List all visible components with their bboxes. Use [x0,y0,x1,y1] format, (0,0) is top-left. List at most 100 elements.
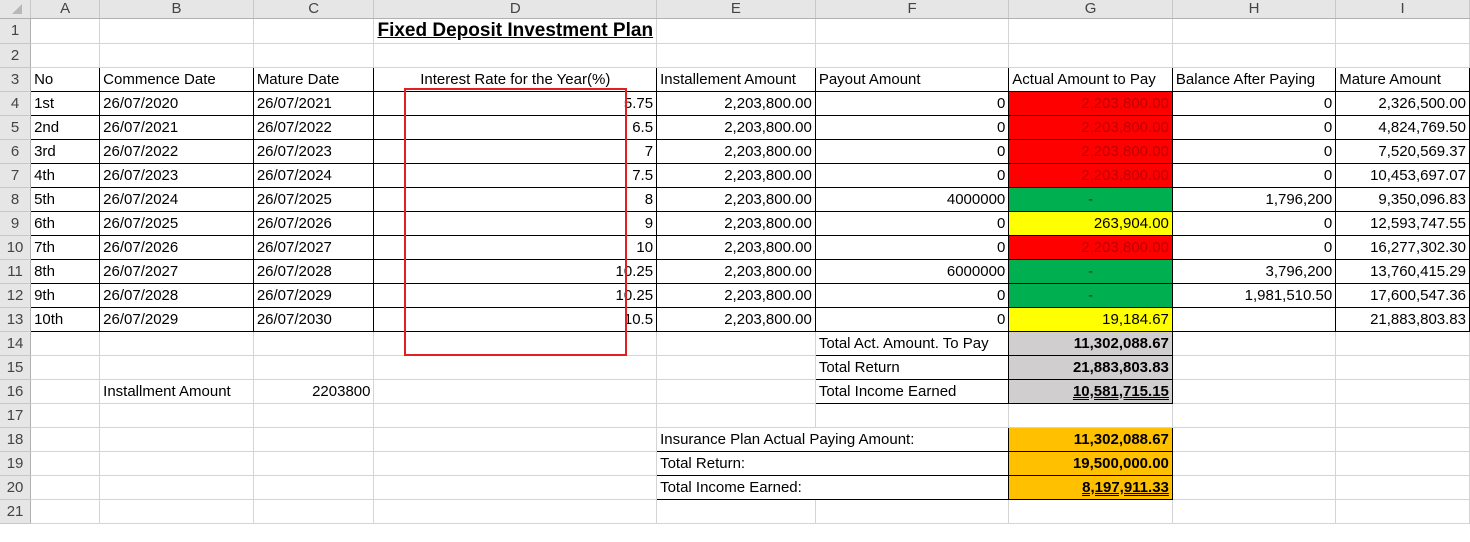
cell[interactable] [815,18,1010,44]
header-no[interactable]: No [30,66,101,92]
insurance-income-value-cell[interactable]: 8,197,911.33 [1008,474,1173,500]
cell[interactable] [1172,379,1337,404]
cell[interactable] [253,43,375,68]
cell-payout[interactable]: 0 [814,162,1010,188]
cell-mature[interactable]: 26/07/2029 [252,282,375,308]
cell-balance[interactable]: 0 [1171,234,1337,260]
cell[interactable] [1335,451,1470,476]
cell[interactable] [1008,43,1173,68]
cell[interactable] [373,475,658,500]
cell[interactable] [253,427,375,452]
cell-rate[interactable]: 6.5 [373,114,658,140]
total-act-amount-label[interactable]: Total Act. Amount. To Pay [814,330,1010,356]
column-header-c[interactable]: C [253,0,375,19]
cell-rate[interactable]: 8 [373,186,658,212]
cell-commence[interactable]: 26/07/2029 [99,306,254,332]
row-header[interactable]: 18 [0,427,32,452]
column-header-b[interactable]: B [99,0,254,19]
cell[interactable] [1008,499,1173,524]
cell[interactable] [1172,331,1337,356]
cell[interactable] [373,43,658,68]
insurance-income-label[interactable]: Total Income Earned: [656,474,1010,500]
cell[interactable] [373,355,658,380]
cell-installment[interactable]: 2,203,800.00 [656,162,816,188]
cell-no[interactable]: 3rd [30,138,101,164]
cell-mature[interactable]: 26/07/2023 [252,138,375,164]
cell[interactable] [30,379,101,404]
row-header[interactable]: 19 [0,451,32,476]
cell[interactable] [1172,403,1337,428]
column-header-d[interactable]: D [373,0,658,19]
cell-rate[interactable]: 7 [373,138,658,164]
row-header[interactable]: 5 [0,115,32,140]
cell[interactable] [30,451,101,476]
cell-installment[interactable]: 2,203,800.00 [656,210,816,236]
cell-installment[interactable]: 2,203,800.00 [656,258,816,284]
header-mature-date[interactable]: Mature Date [252,66,375,92]
total-return-label[interactable]: Total Return [814,354,1010,380]
cell-payout[interactable]: 0 [814,282,1010,308]
cell[interactable] [99,43,254,68]
cell-mature[interactable]: 26/07/2028 [252,258,375,284]
cell[interactable] [99,451,254,476]
select-all-corner[interactable] [0,0,32,19]
column-header-h[interactable]: H [1172,0,1337,19]
cell[interactable] [30,475,101,500]
cell-actual[interactable]: 263,904.00 [1008,210,1173,236]
cell[interactable] [373,451,658,476]
cell[interactable] [1172,451,1337,476]
cell-mature-amount[interactable]: 7,520,569.37 [1335,138,1470,164]
cell[interactable] [1172,355,1337,380]
cell[interactable] [656,403,816,428]
header-payout-amount[interactable]: Payout Amount [814,66,1010,92]
insurance-return-value[interactable]: 19,500,000.00 [1008,450,1173,476]
row-header[interactable]: 12 [0,283,32,308]
cell-installment[interactable]: 2,203,800.00 [656,114,816,140]
row-header[interactable]: 10 [0,235,32,260]
cell-rate[interactable]: 7.5 [373,162,658,188]
cell-actual[interactable]: - [1008,186,1173,212]
cell[interactable] [99,403,254,428]
cell-mature-amount[interactable]: 12,593,747.55 [1335,210,1470,236]
cell[interactable] [253,331,375,356]
cell[interactable] [99,331,254,356]
cell-balance[interactable]: 3,796,200 [1171,258,1337,284]
cell[interactable] [1172,43,1337,68]
cell-no[interactable]: 7th [30,234,101,260]
cell-mature-amount[interactable]: 10,453,697.07 [1335,162,1470,188]
cell[interactable] [1335,18,1470,44]
cell[interactable] [253,355,375,380]
cell-rate[interactable]: 10 [373,234,658,260]
header-balance-after-paying[interactable]: Balance After Paying [1171,66,1337,92]
cell[interactable] [99,499,254,524]
cell[interactable] [373,427,658,452]
total-income-value-cell[interactable]: 10,581,715.15 [1008,378,1173,404]
cell-commence[interactable]: 26/07/2026 [99,234,254,260]
cell-mature-amount[interactable]: 9,350,096.83 [1335,186,1470,212]
cell-commence[interactable]: 26/07/2023 [99,162,254,188]
row-header[interactable]: 11 [0,259,32,284]
cell[interactable] [656,18,816,44]
row-header[interactable]: 17 [0,403,32,428]
cell[interactable] [656,499,816,524]
row-header[interactable]: 6 [0,139,32,164]
cell[interactable] [253,475,375,500]
cell-actual[interactable]: 2,203,800.00 [1008,138,1173,164]
cell-mature[interactable]: 26/07/2027 [252,234,375,260]
cell-installment[interactable]: 2,203,800.00 [656,186,816,212]
cell-actual[interactable]: - [1008,282,1173,308]
column-header-a[interactable]: A [30,0,101,19]
cell[interactable] [1172,18,1337,44]
cell-payout[interactable]: 0 [814,114,1010,140]
cell-installment[interactable]: 2,203,800.00 [656,90,816,116]
cell[interactable] [30,355,101,380]
cell-no[interactable]: 5th [30,186,101,212]
cell[interactable] [1335,355,1470,380]
row-header[interactable]: 14 [0,331,32,356]
cell-actual[interactable]: 2,203,800.00 [1008,90,1173,116]
cell-rate[interactable]: 5.75 [373,90,658,116]
cell-payout[interactable]: 0 [814,234,1010,260]
cell-mature[interactable]: 26/07/2026 [252,210,375,236]
cell-balance[interactable]: 0 [1171,138,1337,164]
cell-mature[interactable]: 26/07/2024 [252,162,375,188]
